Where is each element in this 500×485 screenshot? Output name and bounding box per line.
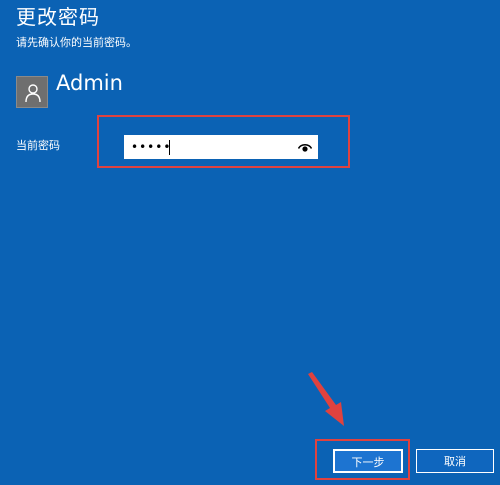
current-password-label: 当前密码 [16,139,60,152]
current-password-input[interactable]: ••••• [124,135,318,159]
page-title: 更改密码 [16,5,100,29]
next-button[interactable]: 下一步 [333,449,403,473]
user-silhouette-icon [25,84,41,103]
username: Admin [56,71,123,95]
eye-icon[interactable] [298,142,312,153]
password-masked-value: ••••• [131,140,172,154]
page-subtitle: 请先确认你的当前密码。 [16,36,137,49]
red-arrow-annotation [308,372,344,426]
text-caret [169,140,170,155]
avatar [16,76,48,108]
cancel-button[interactable]: 取消 [416,449,494,473]
